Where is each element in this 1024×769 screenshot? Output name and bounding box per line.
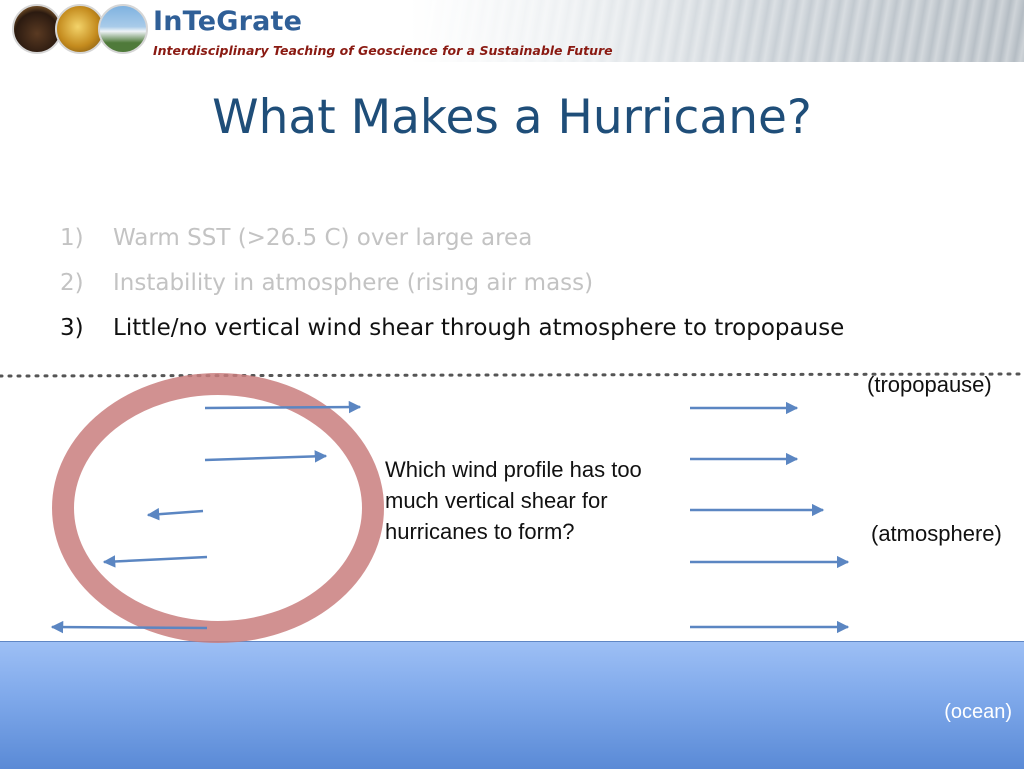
left-profile-arrow — [204, 450, 328, 463]
highlight-circle — [52, 373, 384, 643]
left-profile-arrow — [50, 620, 208, 634]
tropopause-label: (tropopause) — [867, 372, 992, 397]
left-profile-arrow — [204, 400, 362, 414]
left-profile-arrow — [102, 555, 208, 568]
question-text: Which wind profile has too much vertical… — [385, 457, 642, 544]
left-profile-arrow — [146, 507, 204, 521]
atmosphere-label: (atmosphere) — [871, 521, 1002, 546]
